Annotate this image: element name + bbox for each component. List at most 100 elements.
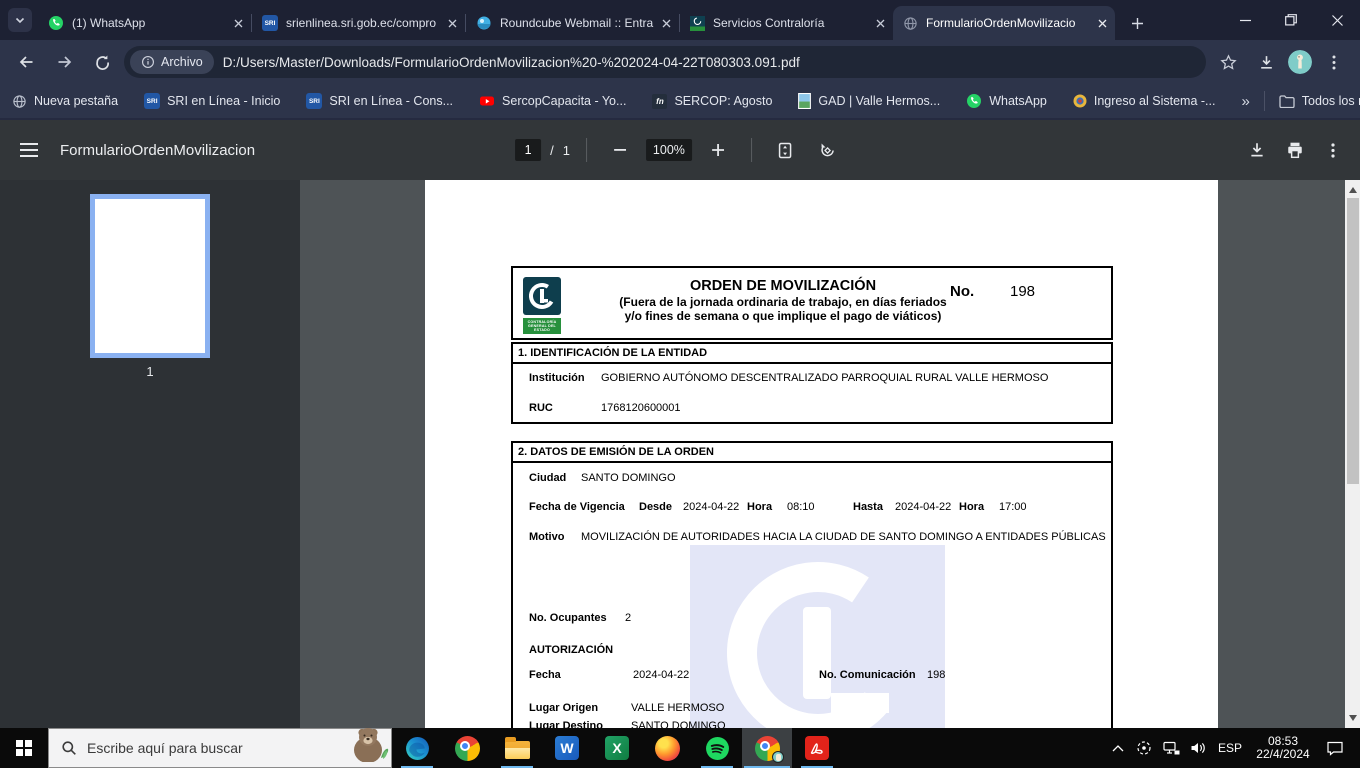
document-title-block: ORDEN DE MOVILIZACIÓN (Fuera de la jorna… bbox=[563, 278, 1003, 323]
hasta-fecha: 2024-04-22 bbox=[895, 501, 952, 513]
rotate-button[interactable] bbox=[811, 133, 845, 167]
close-icon bbox=[1331, 14, 1343, 26]
fit-page-icon bbox=[778, 142, 792, 158]
tab-contraloria[interactable]: Servicios Contraloría bbox=[680, 6, 893, 40]
taskbar-acrobat[interactable] bbox=[792, 728, 842, 768]
scroll-down-arrow[interactable] bbox=[1348, 715, 1357, 721]
taskbar-file-explorer[interactable] bbox=[492, 728, 542, 768]
close-icon[interactable] bbox=[448, 19, 457, 28]
bookmarks-overflow-chevrons[interactable]: » bbox=[1241, 93, 1249, 110]
scroll-up-arrow[interactable] bbox=[1348, 187, 1357, 193]
url-text[interactable]: D:/Users/Master/Downloads/FormularioOrde… bbox=[223, 55, 800, 70]
download-button[interactable] bbox=[1250, 46, 1282, 78]
file-scheme-chip[interactable]: Archivo bbox=[130, 50, 214, 74]
tray-meet-now[interactable] bbox=[1131, 728, 1157, 768]
tab-title: FormularioOrdenMovilizacio bbox=[926, 16, 1076, 30]
bookmark-gad-valle-hermoso[interactable]: GAD | Valle Hermos... bbox=[798, 93, 940, 109]
vertical-scrollbar[interactable] bbox=[1345, 180, 1360, 728]
plus-icon bbox=[711, 144, 724, 156]
minimize-button[interactable] bbox=[1222, 0, 1268, 40]
tab-title: (1) WhatsApp bbox=[72, 16, 146, 30]
comunicacion-value: 198 bbox=[927, 669, 946, 681]
bookmark-nueva-pestana[interactable]: Nueva pestaña bbox=[12, 94, 118, 109]
taskbar-word[interactable]: W bbox=[542, 728, 592, 768]
taskbar-edge[interactable] bbox=[392, 728, 442, 768]
llama-avatar-icon bbox=[1288, 50, 1312, 74]
bookmark-sri-consultas[interactable]: SRI SRI en Línea - Cons... bbox=[306, 93, 453, 109]
bookmark-sri-inicio[interactable]: SRI SRI en Línea - Inicio bbox=[144, 93, 280, 109]
taskbar-excel[interactable]: X bbox=[592, 728, 642, 768]
forward-button[interactable] bbox=[48, 46, 80, 78]
pdf-download-button[interactable] bbox=[1240, 133, 1274, 167]
fecha-label: Fecha bbox=[529, 669, 561, 681]
taskbar-chrome[interactable] bbox=[442, 728, 492, 768]
bookmarks-bar: Nueva pestaña SRI SRI en Línea - Inicio … bbox=[0, 84, 1360, 118]
close-icon[interactable] bbox=[234, 19, 243, 28]
profile-avatar[interactable] bbox=[1288, 50, 1312, 74]
search-input[interactable] bbox=[87, 740, 317, 756]
zoom-level[interactable]: 100% bbox=[645, 139, 692, 161]
tray-action-center[interactable] bbox=[1318, 728, 1352, 768]
tab-search-button[interactable] bbox=[8, 8, 32, 32]
close-icon[interactable] bbox=[1098, 19, 1107, 28]
back-button[interactable] bbox=[10, 46, 42, 78]
close-window-button[interactable] bbox=[1314, 0, 1360, 40]
tab-sri[interactable]: SRI srienlinea.sri.gob.ec/compro bbox=[252, 6, 465, 40]
address-bar[interactable]: Archivo D:/Users/Master/Downloads/Formul… bbox=[124, 46, 1206, 78]
restore-icon bbox=[1285, 14, 1297, 26]
search-highlight-bear-icon[interactable] bbox=[339, 724, 389, 767]
tab-roundcube[interactable]: Roundcube Webmail :: Entra bbox=[466, 6, 679, 40]
tab-formulario-active[interactable]: FormularioOrdenMovilizacio bbox=[893, 6, 1115, 40]
taskbar-chrome-active[interactable] bbox=[742, 728, 792, 768]
start-button[interactable] bbox=[0, 728, 48, 768]
institucion-value: GOBIERNO AUTÓNOMO DESCENTRALIZADO PARROQ… bbox=[601, 372, 1049, 384]
page-number-input[interactable] bbox=[515, 139, 542, 161]
tray-expand-button[interactable] bbox=[1106, 728, 1130, 768]
restore-button[interactable] bbox=[1268, 0, 1314, 40]
document-subtitle-1: (Fuera de la jornada ordinaria de trabaj… bbox=[619, 295, 947, 309]
hamburger-menu-icon bbox=[20, 143, 38, 157]
pdf-menu-button[interactable] bbox=[12, 133, 46, 167]
browser-menu-button[interactable] bbox=[1318, 46, 1350, 78]
taskbar-search-box[interactable] bbox=[48, 728, 392, 768]
zoom-out-button[interactable] bbox=[603, 133, 637, 167]
tray-network[interactable] bbox=[1158, 728, 1184, 768]
bookmark-star-button[interactable] bbox=[1212, 46, 1244, 78]
page-thumbnail[interactable] bbox=[90, 194, 210, 358]
tray-volume[interactable] bbox=[1185, 728, 1211, 768]
close-icon[interactable] bbox=[662, 19, 671, 28]
close-icon[interactable] bbox=[876, 19, 885, 28]
tray-language[interactable]: ESP bbox=[1212, 728, 1248, 768]
bookmark-whatsapp[interactable]: WhatsApp bbox=[966, 93, 1047, 109]
origen-value: VALLE HERMOSO bbox=[631, 702, 725, 714]
whatsapp-icon bbox=[49, 16, 63, 30]
cge-emblem-icon bbox=[523, 277, 561, 315]
bookmark-ingreso-sistema[interactable]: Ingreso al Sistema -... bbox=[1073, 94, 1215, 108]
pdf-more-button[interactable] bbox=[1316, 133, 1350, 167]
section-identificacion: 1. IDENTIFICACIÓN DE LA ENTIDAD Instituc… bbox=[511, 342, 1113, 424]
bookmark-label: Nueva pestaña bbox=[34, 94, 119, 108]
tray-clock[interactable]: 08:53 22/4/2024 bbox=[1249, 728, 1317, 768]
document-form: CONTRALORÍA GENERAL DEL ESTADO ORDEN DE … bbox=[511, 266, 1113, 728]
tab-strip: (1) WhatsApp SRI srienlinea.sri.gob.ec/c… bbox=[0, 0, 1360, 40]
institucion-label: Institución bbox=[529, 372, 585, 384]
taskbar-firefox[interactable] bbox=[642, 728, 692, 768]
taskbar-spotify[interactable] bbox=[692, 728, 742, 768]
new-tab-button[interactable] bbox=[1123, 9, 1151, 37]
scrollbar-thumb[interactable] bbox=[1346, 198, 1359, 484]
reload-button[interactable] bbox=[86, 46, 118, 78]
fit-to-page-button[interactable] bbox=[768, 133, 802, 167]
bookmark-sercopcapacita[interactable]: SercopCapacita - Yo... bbox=[479, 93, 626, 109]
reload-icon bbox=[95, 54, 109, 70]
tab-title: Roundcube Webmail :: Entra bbox=[500, 16, 654, 30]
bookmark-label: SRI en Línea - Inicio bbox=[167, 94, 281, 108]
zoom-in-button[interactable] bbox=[701, 133, 735, 167]
tray-date: 22/4/2024 bbox=[1256, 747, 1310, 761]
sri-icon: SRI bbox=[144, 93, 161, 109]
bookmark-sercop-agosto[interactable]: fn SERCOP: Agosto bbox=[652, 93, 772, 109]
tab-whatsapp[interactable]: (1) WhatsApp bbox=[38, 6, 251, 40]
info-icon bbox=[142, 56, 154, 68]
bookmark-label: SercopCapacita - Yo... bbox=[502, 94, 627, 108]
all-bookmarks-button[interactable]: Todos los marcadores bbox=[1279, 94, 1360, 108]
pdf-print-button[interactable] bbox=[1278, 133, 1312, 167]
